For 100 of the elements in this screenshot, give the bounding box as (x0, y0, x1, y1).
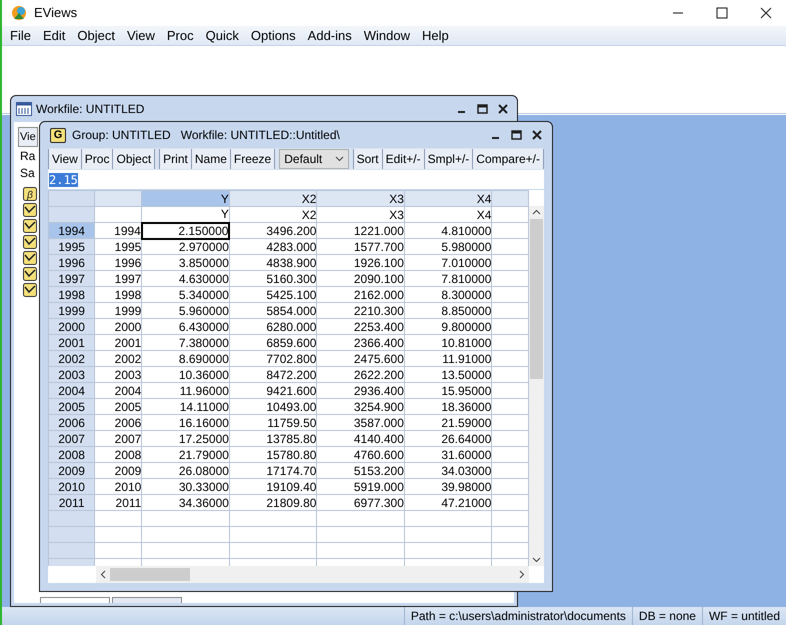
menu-item[interactable]: Help (416, 26, 455, 46)
toolbar-button[interactable]: Edit+/- (382, 149, 425, 169)
row-header[interactable]: 2000 (48, 318, 95, 334)
vertical-scrollbar[interactable] (529, 206, 544, 566)
table-cell: 1997 (94, 270, 142, 286)
sheet-tab[interactable] (40, 597, 110, 603)
table-cell: 2010 (94, 478, 142, 494)
table-cell: 13.50000 (404, 366, 492, 382)
menu-item[interactable]: Proc (160, 26, 200, 46)
toolbar-button[interactable]: Freeze (230, 149, 276, 169)
chevron-up-icon[interactable] (532, 209, 541, 215)
row-header[interactable]: 2011 (48, 494, 95, 510)
row-header[interactable]: 1995 (48, 238, 95, 254)
column-header[interactable]: X4 (404, 190, 492, 206)
row-header[interactable]: 1994 (48, 222, 95, 238)
table-cell: 4283.000 (229, 238, 317, 254)
row-header[interactable]: 2009 (48, 462, 95, 478)
table-cell: 9.800000 (404, 318, 492, 334)
toolbar-button[interactable]: Object (113, 149, 156, 169)
table-cell: 31.60000 (404, 446, 492, 462)
table-cell: 34.36000 (142, 494, 230, 510)
table-cell: 11.91000 (404, 350, 492, 366)
row-header[interactable]: 2005 (48, 398, 95, 414)
table-cell: 7702.800 (229, 350, 317, 366)
menu-item[interactable]: Object (71, 26, 121, 46)
table-cell: 17.25000 (142, 430, 230, 446)
toolbar-button[interactable]: Smpl+/- (424, 149, 474, 169)
row-header[interactable]: 1998 (48, 286, 95, 302)
chevron-right-icon[interactable] (519, 570, 525, 579)
toolbar-button[interactable]: Print (160, 149, 192, 169)
table-cell: 26.08000 (142, 462, 230, 478)
table-cell: 8472.200 (229, 366, 317, 382)
row-header[interactable]: 1999 (48, 302, 95, 318)
row-header[interactable]: 2001 (48, 334, 95, 350)
table-cell: 4.810000 (404, 222, 492, 238)
menu-item[interactable]: Quick (200, 26, 245, 46)
menu-item[interactable]: Edit (36, 26, 72, 46)
sheet-tab[interactable] (112, 597, 182, 603)
row-header[interactable]: 1996 (48, 254, 95, 270)
row-header[interactable]: 1997 (48, 270, 95, 286)
row-header[interactable]: 2010 (48, 478, 95, 494)
row-header[interactable]: 2004 (48, 382, 95, 398)
table-cell: 2936.400 (316, 382, 404, 398)
table-cell: 14.11000 (142, 398, 230, 414)
close-icon[interactable] (532, 130, 542, 140)
column-header[interactable]: X3 (316, 190, 404, 206)
toolbar-button[interactable]: Name (192, 149, 231, 169)
series-icon[interactable] (23, 267, 37, 281)
maximize-icon[interactable] (511, 130, 522, 140)
menu-item[interactable]: Window (358, 26, 416, 46)
partial-view-button[interactable]: Vie (18, 127, 38, 147)
maximize-icon[interactable] (716, 7, 728, 19)
row-header[interactable]: 2007 (48, 430, 95, 446)
close-icon[interactable] (498, 104, 508, 114)
table-cell: 8.690000 (142, 350, 230, 366)
column-header[interactable]: Y (142, 190, 230, 206)
table-cell: 2.970000 (142, 238, 230, 254)
table-cell: 13785.80 (229, 430, 317, 446)
scrollbar-thumb[interactable] (530, 219, 543, 379)
menu-item[interactable]: Options (244, 26, 302, 46)
table-cell: 3496.200 (229, 222, 317, 238)
view-dropdown[interactable]: Default (279, 149, 349, 169)
series-icon[interactable] (23, 251, 37, 265)
toolbar-button[interactable]: Proc (82, 149, 114, 169)
app-logo-icon (10, 4, 28, 22)
table-cell: 16.16000 (142, 414, 230, 430)
scrollbar-thumb[interactable] (110, 568, 190, 581)
row-header[interactable]: 2003 (48, 366, 95, 382)
column-subheader: X2 (229, 206, 317, 222)
toolbar-button[interactable]: View (49, 149, 82, 169)
menu-item[interactable]: View (120, 26, 161, 46)
maximize-icon[interactable] (477, 104, 488, 114)
toolbar-button[interactable]: Sort (354, 149, 383, 169)
close-icon[interactable] (760, 7, 772, 19)
column-header[interactable]: X2 (229, 190, 317, 206)
series-icon[interactable] (23, 235, 37, 249)
horizontal-scrollbar[interactable] (96, 566, 529, 583)
series-icon[interactable] (23, 203, 37, 217)
workfile-info-label: Sa (19, 166, 35, 181)
series-icon[interactable] (23, 283, 37, 297)
table-cell: 39.98000 (404, 478, 492, 494)
menu-item[interactable]: Add-ins (302, 26, 358, 46)
table-cell: 10.36000 (142, 366, 230, 382)
table-cell: 21.79000 (142, 446, 230, 462)
chevron-down-icon[interactable] (532, 557, 541, 563)
table-cell: 2008 (94, 446, 142, 462)
table-cell: 17174.70 (229, 462, 317, 478)
series-icon[interactable] (23, 219, 37, 233)
table-cell: 3587.000 (316, 414, 404, 430)
row-header[interactable]: 2002 (48, 350, 95, 366)
table-cell: 4838.900 (229, 254, 317, 270)
row-header[interactable]: 2008 (48, 446, 95, 462)
toolbar-button[interactable]: Compare+/- (473, 149, 544, 169)
table-cell: 2.150000 (142, 222, 230, 238)
row-header[interactable]: 2006 (48, 414, 95, 430)
menu-item[interactable]: File (4, 26, 37, 46)
table-cell: 5153.200 (316, 462, 404, 478)
coefficient-icon[interactable]: β (23, 187, 37, 201)
chevron-left-icon[interactable] (100, 570, 106, 579)
column-subheader: X4 (404, 206, 492, 222)
